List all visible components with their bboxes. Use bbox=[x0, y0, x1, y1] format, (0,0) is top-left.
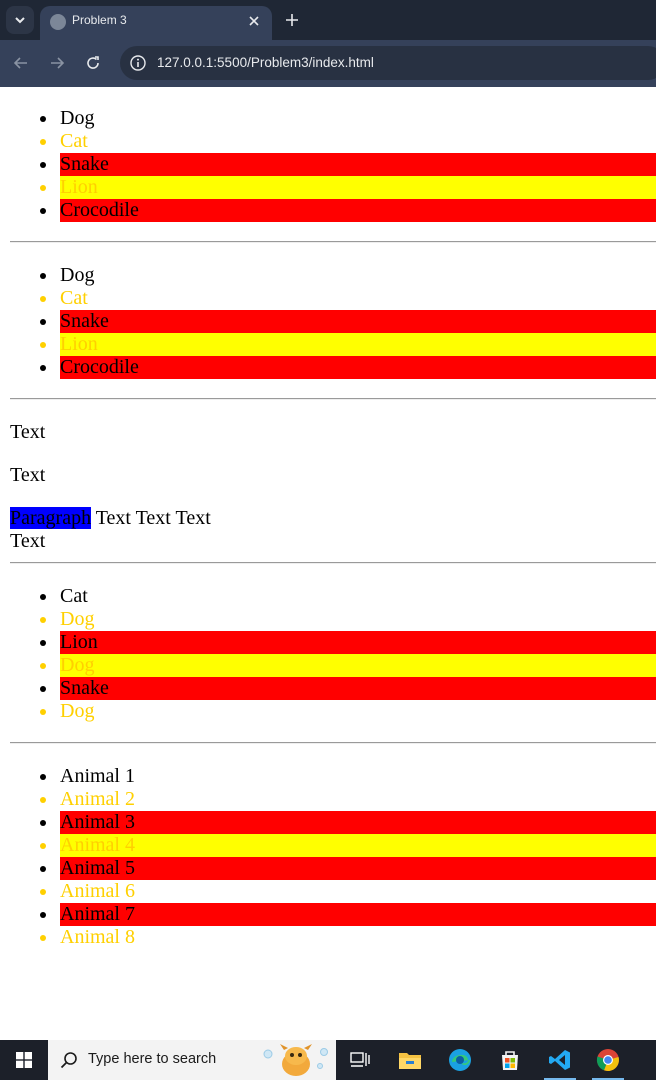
paragraph-text: Text bbox=[10, 421, 46, 443]
reload-icon bbox=[87, 56, 99, 69]
start-button[interactable] bbox=[0, 1040, 48, 1080]
forward-button[interactable] bbox=[44, 50, 70, 76]
list-item: Cat bbox=[40, 130, 656, 153]
vscode-button[interactable] bbox=[536, 1040, 584, 1080]
windows-taskbar: Type here to search bbox=[0, 1040, 656, 1080]
animal-list-2: Dog Cat Snake Lion Crocodile bbox=[40, 264, 656, 379]
list-item: Cat bbox=[40, 585, 656, 608]
list-item: Lion bbox=[40, 333, 656, 356]
taskbar-search-box[interactable]: Type here to search bbox=[48, 1040, 336, 1080]
search-highlight-art-icon bbox=[263, 1044, 328, 1076]
store-button[interactable] bbox=[486, 1040, 534, 1080]
info-icon[interactable] bbox=[130, 55, 146, 71]
new-tab-button[interactable] bbox=[280, 8, 304, 32]
back-button[interactable] bbox=[8, 50, 34, 76]
paragraph-text: Text bbox=[10, 530, 46, 552]
browser-toolbar: 127.0.0.1:5500/Problem3/index.html bbox=[0, 40, 656, 87]
list-item: Snake bbox=[40, 677, 656, 700]
list-item: Crocodile bbox=[40, 199, 656, 222]
file-explorer-icon bbox=[399, 1053, 421, 1069]
vscode-icon bbox=[549, 1050, 570, 1070]
animal-list-4: Animal 1 Animal 2 Animal 3 Animal 4 Animal 5… bbox=[40, 765, 656, 949]
page-content: Dog Cat Snake Lion Crocodile Dog Cat Snake Lion… bbox=[0, 87, 656, 1040]
windows-logo-icon bbox=[16, 1052, 32, 1068]
list-item: Cat bbox=[40, 287, 656, 310]
browser-tab-bar: Problem 3 bbox=[0, 0, 656, 40]
divider bbox=[10, 562, 656, 564]
list-item: Snake bbox=[40, 153, 656, 176]
arrow-right-icon bbox=[51, 57, 65, 69]
chrome-button[interactable] bbox=[584, 1040, 632, 1080]
list-item: Animal 8 bbox=[40, 926, 656, 949]
search-placeholder: Type here to search bbox=[88, 1051, 217, 1067]
chrome-icon bbox=[596, 1049, 619, 1072]
tab-close-button[interactable] bbox=[244, 11, 264, 31]
globe-icon bbox=[50, 14, 66, 30]
list-item: Lion bbox=[40, 176, 656, 199]
list-item: Snake bbox=[40, 310, 656, 333]
browser-tab[interactable]: Problem 3 bbox=[40, 6, 272, 40]
list-item: Crocodile bbox=[40, 356, 656, 379]
divider bbox=[10, 241, 656, 243]
list-item: Lion bbox=[40, 631, 656, 654]
task-view-icon bbox=[350, 1052, 370, 1067]
list-item: Dog bbox=[40, 264, 656, 287]
address-bar[interactable]: 127.0.0.1:5500/Problem3/index.html bbox=[120, 46, 656, 80]
paragraph-rest: Text Text Text bbox=[91, 507, 211, 529]
reload-button[interactable] bbox=[80, 50, 106, 76]
list-item: Dog bbox=[40, 654, 656, 677]
list-item: Dog bbox=[40, 608, 656, 631]
list-item: Animal 4 bbox=[40, 834, 656, 857]
paragraph-highlight: Paragraph bbox=[10, 507, 92, 529]
task-view-button[interactable] bbox=[336, 1040, 384, 1080]
plus-icon bbox=[286, 14, 298, 26]
tab-search-button[interactable] bbox=[6, 6, 34, 34]
chevron-down-icon bbox=[15, 17, 25, 24]
url-text[interactable]: 127.0.0.1:5500/Problem3/index.html bbox=[157, 55, 374, 70]
arrow-left-icon bbox=[13, 57, 27, 69]
list-item: Animal 6 bbox=[40, 880, 656, 903]
divider bbox=[10, 742, 656, 744]
tab-title: Problem 3 bbox=[72, 13, 127, 27]
list-item: Animal 3 bbox=[40, 811, 656, 834]
list-item: Animal 7 bbox=[40, 903, 656, 926]
edge-icon bbox=[449, 1049, 471, 1071]
list-item: Animal 2 bbox=[40, 788, 656, 811]
file-explorer-button[interactable] bbox=[386, 1040, 434, 1080]
close-icon bbox=[249, 16, 259, 26]
animal-list-1: Dog Cat Snake Lion Crocodile bbox=[40, 107, 656, 222]
edge-browser-button[interactable] bbox=[436, 1040, 484, 1080]
list-item: Dog bbox=[40, 107, 656, 130]
paragraph-with-highlight: Paragraph Text Text Text bbox=[10, 507, 211, 530]
list-item: Animal 1 bbox=[40, 765, 656, 788]
list-item: Animal 5 bbox=[40, 857, 656, 880]
list-item: Dog bbox=[40, 700, 656, 723]
animal-list-3: Cat Dog Lion Dog Snake Dog bbox=[40, 585, 656, 723]
store-icon bbox=[502, 1051, 518, 1070]
divider bbox=[10, 398, 656, 400]
paragraph-text: Text bbox=[10, 464, 46, 486]
search-icon bbox=[60, 1052, 77, 1069]
